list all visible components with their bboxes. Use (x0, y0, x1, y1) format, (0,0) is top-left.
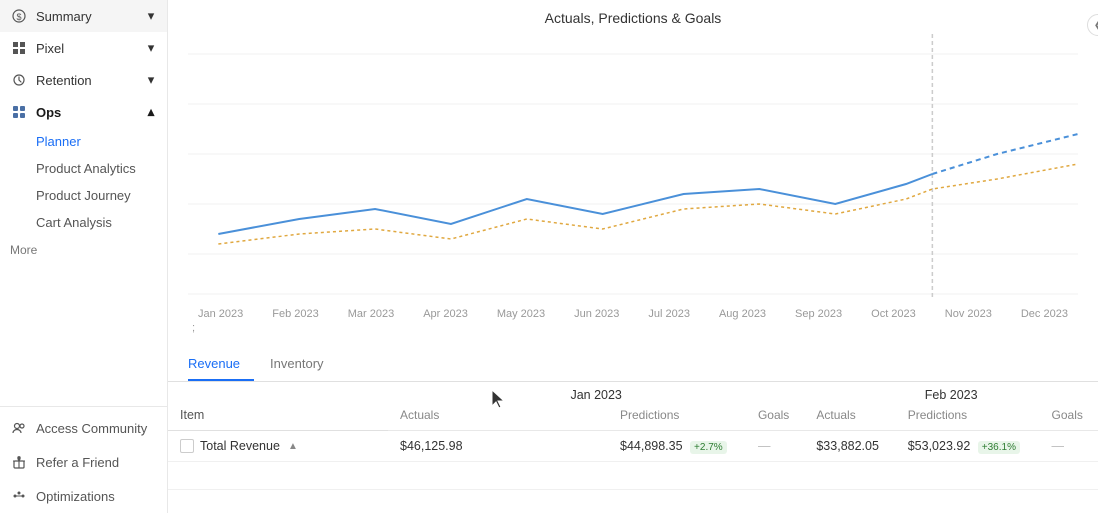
jan-goals-header: Goals (746, 404, 804, 431)
sidebar-item-pixel[interactable]: Pixel ▾ (0, 32, 167, 64)
jan-actuals-header: Actuals (388, 404, 608, 431)
dollar-icon: $ (10, 7, 28, 25)
chart-title: Actuals, Predictions & Goals (188, 10, 1078, 26)
data-table: Item Jan 2023 Feb 2023 Actuals Predictio… (168, 382, 1098, 490)
jan-goals-cell: — (746, 431, 804, 462)
tab-inventory[interactable]: Inventory (270, 348, 337, 381)
x-label-jul: Jul 2023 (648, 308, 690, 320)
tab-revenue[interactable]: Revenue (188, 348, 254, 381)
feb-group-header: Feb 2023 (804, 382, 1098, 404)
feb-goals-header: Goals (1040, 404, 1098, 431)
opt-icon (10, 487, 28, 505)
sidebar-bottom-optimizations[interactable]: Optimizations (0, 479, 167, 513)
more-label: More (10, 243, 37, 257)
sidebar-item-ops[interactable]: Ops ▴ (0, 96, 167, 128)
retention-icon (10, 71, 28, 89)
x-label-jun: Jun 2023 (574, 308, 619, 320)
sidebar-bottom-label: Access Community (36, 421, 147, 436)
chart-container (188, 34, 1078, 304)
svg-text:$: $ (16, 12, 21, 22)
more-button[interactable]: More (0, 236, 167, 264)
ops-icon (10, 103, 28, 121)
expand-icon[interactable]: ▲ (286, 439, 300, 453)
x-label-aug: Aug 2023 (719, 308, 766, 320)
feb-predictions-cell: $53,023.92 +36.1% (896, 431, 1040, 462)
row-checkbox[interactable] (180, 439, 194, 453)
jan-predictions-header: Predictions (608, 404, 746, 431)
sidebar-bottom-label: Refer a Friend (36, 455, 119, 470)
sidebar-item-retention[interactable]: Retention ▾ (0, 64, 167, 96)
x-label-mar: Mar 2023 (348, 308, 394, 320)
x-label-feb: Feb 2023 (272, 308, 318, 320)
sidebar: $ Summary ▾ Pixel ▾ Retention ▾ Ops ▴ (0, 0, 168, 513)
x-label-jan: Jan 2023 (198, 308, 243, 320)
sidebar-sub-planner[interactable]: Planner (0, 128, 167, 155)
gift-icon (10, 453, 28, 471)
chevron-down-icon: ▾ (145, 74, 157, 86)
jan-predictions-cell: $44,898.35 +2.7% (608, 431, 746, 462)
x-label-may: May 2023 (497, 308, 545, 320)
feb-predictions-header: Predictions (896, 404, 1040, 431)
sidebar-sub-product-journey[interactable]: Product Journey (0, 182, 167, 209)
table-container: Item Jan 2023 Feb 2023 Actuals Predictio… (168, 382, 1098, 513)
sidebar-item-summary[interactable]: $ Summary ▾ (0, 0, 167, 32)
sidebar-sub-cart-analysis[interactable]: Cart Analysis (0, 209, 167, 236)
sidebar-item-label: Pixel (36, 41, 64, 56)
feb-actuals-header: Actuals (804, 404, 895, 431)
sidebar-bottom: Access Community Refer a Friend Optimiza… (0, 406, 167, 513)
x-label-dec: Dec 2023 (1021, 308, 1068, 320)
chart-svg (188, 34, 1078, 304)
feb-goals-cell: — (1040, 431, 1098, 462)
chart-footnote: ; (188, 322, 1078, 334)
sidebar-bottom-refer[interactable]: Refer a Friend (0, 445, 167, 479)
jan-actuals-cell: $46,125.98 (388, 431, 608, 462)
community-icon (10, 419, 28, 437)
pixel-icon (10, 39, 28, 57)
x-label-nov: Nov 2023 (945, 308, 992, 320)
feb-actuals-cell: $33,882.05 (804, 431, 895, 462)
item-cell: Total Revenue ▲ (168, 431, 388, 462)
chart-area: Actuals, Predictions & Goals (168, 0, 1098, 340)
x-axis-labels: Jan 2023 Feb 2023 Mar 2023 Apr 2023 May … (188, 308, 1078, 320)
table-row: Total Revenue ▲ $46,125.98 $44,898.35 +2… (168, 431, 1098, 462)
feb-predictions-badge: +36.1% (978, 441, 1020, 454)
tabs-row: Revenue Inventory (168, 348, 1098, 382)
chevron-up-icon: ▴ (145, 106, 157, 118)
x-label-apr: Apr 2023 (423, 308, 468, 320)
item-column-header: Item (168, 382, 388, 431)
chevron-down-icon: ▾ (145, 42, 157, 54)
x-label-sep: Sep 2023 (795, 308, 842, 320)
sidebar-sub-product-analytics[interactable]: Product Analytics (0, 155, 167, 182)
table-row (168, 462, 1098, 490)
main-content: Actuals, Predictions & Goals (168, 0, 1098, 513)
sidebar-bottom-access-community[interactable]: Access Community (0, 411, 167, 445)
sidebar-item-label: Ops (36, 105, 61, 120)
jan-group-header: Jan 2023 (388, 382, 804, 404)
row-label: Total Revenue (200, 439, 280, 453)
chevron-down-icon: ▾ (145, 10, 157, 22)
sidebar-bottom-label: Optimizations (36, 489, 115, 504)
sidebar-item-label: Retention (36, 73, 92, 88)
x-label-oct: Oct 2023 (871, 308, 916, 320)
jan-predictions-badge: +2.7% (690, 441, 727, 454)
sidebar-item-label: Summary (36, 9, 92, 24)
